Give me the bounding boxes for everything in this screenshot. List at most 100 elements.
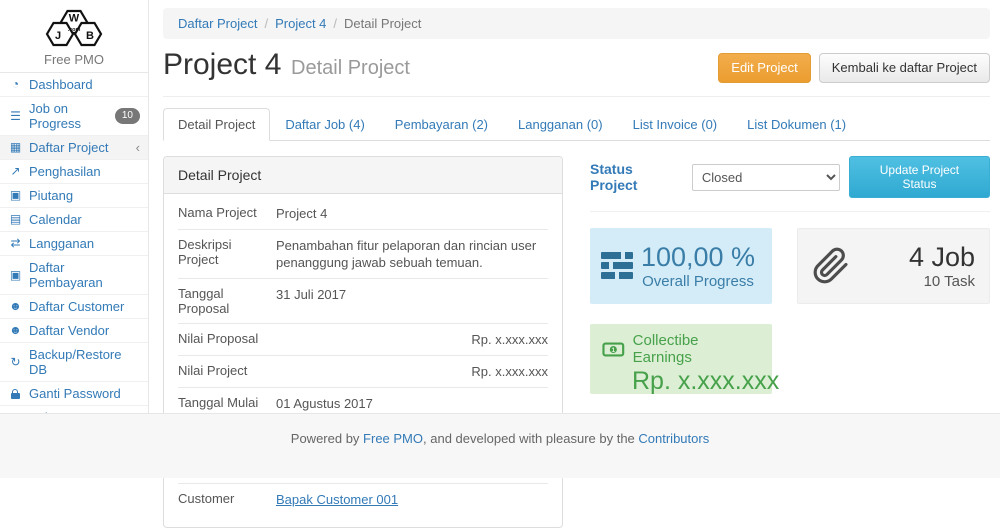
overall-progress-card: 100,00 % Overall Progress <box>590 228 772 304</box>
back-to-list-button[interactable]: Kembali ke daftar Project <box>819 53 990 83</box>
lock-icon <box>8 386 23 401</box>
sidebar-item-label: Backup/Restore DB <box>29 347 140 377</box>
sidebar-item-label: Penghasilan <box>29 164 101 179</box>
earnings-amount: Rp. x.xxx.xxx <box>632 367 760 395</box>
status-project-label: Status Project <box>590 161 683 193</box>
footer-contributors-link[interactable]: Contributors <box>638 431 709 446</box>
line-chart-icon: ↗ <box>8 164 23 179</box>
detail-row-label: Tanggal Mulai <box>178 395 276 412</box>
sidebar-item-backup-restore-db[interactable]: ↻ Backup/Restore DB <box>0 343 148 381</box>
detail-row-value: Project 4 <box>276 205 548 222</box>
detail-row-value: Penambahan fitur pelaporan dan rincian u… <box>276 237 548 271</box>
detail-row-label: Nilai Project <box>178 363 276 380</box>
sidebar-item: ◔ Dashboard <box>0 73 148 97</box>
tab-daftar-job[interactable]: Daftar Job (4) <box>270 108 379 141</box>
sidebar-item-daftar-vendor[interactable]: ☻ Daftar Vendor <box>0 319 148 342</box>
detail-row-value: Rp. x.xxx.xxx <box>276 363 548 380</box>
breadcrumb-separator: / <box>264 16 268 31</box>
sidebar-item-penghasilan[interactable]: ↗ Penghasilan <box>0 160 148 183</box>
sidebar-item-daftar-pembayaran[interactable]: ▣ Daftar Pembayaran <box>0 256 148 294</box>
tab-pembayaran[interactable]: Pembayaran (2) <box>380 108 503 141</box>
svg-text:J: J <box>55 30 61 42</box>
sidebar-item-dashboard[interactable]: ◔ Dashboard <box>0 73 148 96</box>
status-select[interactable]: Closed <box>692 164 840 191</box>
money-icon: ▣ <box>8 188 23 203</box>
page-title: Project 4 <box>163 48 281 81</box>
tasks-count: 10 Task <box>850 272 975 291</box>
paperclip-icon <box>812 245 850 287</box>
detail-row-label: Deskripsi Project <box>178 237 276 271</box>
breadcrumb-separator: / <box>333 16 337 31</box>
earnings-caption: Collectibe Earnings <box>633 332 760 366</box>
svg-text:B: B <box>86 30 94 42</box>
svg-text:W: W <box>69 13 80 25</box>
edit-project-button[interactable]: Edit Project <box>718 53 810 83</box>
sidebar-item: ↻ Backup/Restore DB <box>0 343 148 382</box>
sidebar-item-piutang[interactable]: ▣ Piutang <box>0 184 148 207</box>
jobs-count: 4 Job <box>850 242 975 272</box>
dashboard-icon: ◔ <box>8 77 23 92</box>
sidebar-item-label: Daftar Vendor <box>29 323 109 338</box>
detail-row: Nilai Proposal Rp. x.xxx.xxx <box>178 324 548 356</box>
sidebar-item-langganan[interactable]: ⇄ Langganan <box>0 232 148 255</box>
sidebar-item-label: Calendar <box>29 212 82 227</box>
sidebar-item: ☻ Daftar Vendor <box>0 319 148 343</box>
sidebar-item: ☻ Daftar Customer <box>0 295 148 319</box>
tab-detail-project[interactable]: Detail Project <box>163 108 270 141</box>
footer-free-pmo-link[interactable]: Free PMO <box>363 431 423 446</box>
detail-row: Customer Bapak Customer 001 <box>178 484 548 515</box>
update-project-status-button[interactable]: Update Project Status <box>849 156 990 198</box>
logo-box: W J B .com Free PMO <box>0 0 148 73</box>
progress-text: 100,00 % Overall Progress <box>634 242 762 291</box>
progress-caption: Overall Progress <box>634 272 762 291</box>
sidebar-item-label: Job on Progress <box>29 101 109 131</box>
jwb-logo-icon: W J B .com <box>36 8 112 49</box>
sidebar-item: ⇄ Langganan <box>0 232 148 256</box>
footer-text: Powered by <box>291 431 363 446</box>
sidebar-item-daftar-project[interactable]: ▦ Daftar Project ‹ <box>0 136 148 159</box>
sidebar-item-label: Langganan <box>29 236 94 251</box>
main-content: Daftar Project/Project 4/Detail Project … <box>149 0 1000 413</box>
tasks-icon: ☰ <box>8 109 23 124</box>
panel-title: Detail Project <box>164 157 562 194</box>
detail-row-value: Bapak Customer 001 <box>276 491 548 508</box>
sidebar-item-job-on-progress[interactable]: ☰ Job on Progress 10 <box>0 97 148 135</box>
page: W J B .com Free PMO ◔ Dashboard ☰ Job on… <box>0 0 1000 413</box>
refresh-icon: ↻ <box>8 355 23 370</box>
tab-list-dokumen[interactable]: List Dokumen (1) <box>732 108 861 141</box>
sidebar-item-label: Daftar Customer <box>29 299 124 314</box>
sidebar-item: Ganti Password <box>0 382 148 406</box>
sidebar-item: ▣ Piutang <box>0 184 148 208</box>
sidebar-item-ganti-password[interactable]: Ganti Password <box>0 382 148 405</box>
sidebar-item-calendar[interactable]: ▤ Calendar <box>0 208 148 231</box>
sidebar-item: ▤ Calendar <box>0 208 148 232</box>
footer-text: , and developed with pleasure by the <box>423 431 638 446</box>
sidebar-item-daftar-customer[interactable]: ☻ Daftar Customer <box>0 295 148 318</box>
breadcrumb: Daftar Project/Project 4/Detail Project <box>163 8 990 39</box>
tab-list-invoice[interactable]: List Invoice (0) <box>618 108 733 141</box>
page-subtitle: Detail Project <box>291 57 410 79</box>
collectible-earnings-card: 1 Collectibe Earnings Rp. x.xxx.xxx <box>590 324 772 394</box>
calendar-icon: ▤ <box>8 212 23 227</box>
jobs-card: 4 Job 10 Task <box>797 228 990 304</box>
breadcrumb-daftar-project[interactable]: Daftar Project <box>178 16 257 31</box>
breadcrumb-project-4[interactable]: Project 4 <box>275 16 326 31</box>
detail-row-value: 01 Agustus 2017 <box>276 395 548 412</box>
sidebar-item: ☰ Job on Progress 10 <box>0 97 148 136</box>
sidebar-item-label: Daftar Pembayaran <box>29 260 140 290</box>
footer: Powered by Free PMO, and developed with … <box>0 413 1000 478</box>
tab-langganan[interactable]: Langganan (0) <box>503 108 618 141</box>
sidebar-item-label: Dashboard <box>29 77 93 92</box>
sidebar-item-label: Piutang <box>29 188 73 203</box>
sidebar-menu: ◔ Dashboard ☰ Job on Progress 10 ▦ Dafta… <box>0 73 148 430</box>
sidebar-item: ▣ Daftar Pembayaran <box>0 256 148 295</box>
retweet-icon: ⇄ <box>8 236 23 251</box>
detail-row: Deskripsi Project Penambahan fitur pelap… <box>178 230 548 279</box>
brand-name: Free PMO <box>0 52 148 67</box>
detail-row-label: Tanggal Proposal <box>178 286 276 316</box>
detail-row: Nilai Project Rp. x.xxx.xxx <box>178 356 548 388</box>
svg-text:1: 1 <box>612 346 616 353</box>
customer-link[interactable]: Bapak Customer 001 <box>276 492 398 507</box>
sidebar-item-label: Ganti Password <box>29 386 121 401</box>
page-header: Project 4 Detail Project Edit Project Ke… <box>163 39 990 97</box>
